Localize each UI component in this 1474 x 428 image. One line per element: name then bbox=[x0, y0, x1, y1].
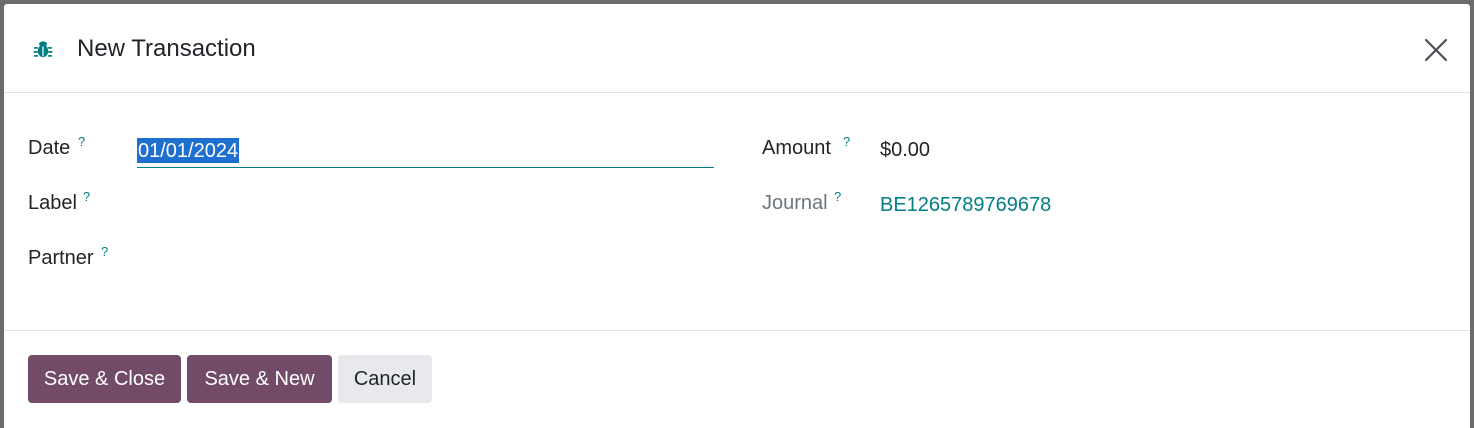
date-label: Date bbox=[28, 137, 71, 159]
bug-icon bbox=[33, 41, 53, 58]
dialog-body: Date ? 01/01/2024 Label ? Partner ? Amou… bbox=[4, 93, 1470, 330]
cancel-button[interactable]: Cancel bbox=[338, 355, 432, 403]
date-field[interactable]: 01/01/2024 bbox=[137, 134, 714, 168]
date-help-tooltip[interactable]: ? bbox=[78, 134, 85, 149]
partner-label: Partner bbox=[28, 247, 94, 269]
dialog-header: New Transaction bbox=[4, 4, 1470, 93]
journal-link[interactable]: BE1265789769678 bbox=[880, 194, 1051, 217]
save-new-button[interactable]: Save & New bbox=[187, 355, 332, 403]
label-help-tooltip[interactable]: ? bbox=[83, 189, 90, 204]
label-field[interactable] bbox=[137, 187, 714, 221]
journal-help-tooltip[interactable]: ? bbox=[834, 189, 841, 204]
new-transaction-dialog: New Transaction Date ? 01/01/2024 Label … bbox=[4, 4, 1470, 428]
amount-value[interactable]: $0.00 bbox=[880, 139, 930, 162]
amount-help-tooltip[interactable]: ? bbox=[843, 134, 850, 149]
label-label: Label bbox=[28, 192, 77, 214]
dialog-title: New Transaction bbox=[77, 35, 256, 62]
close-icon[interactable] bbox=[1420, 34, 1452, 66]
date-value: 01/01/2024 bbox=[137, 138, 240, 163]
journal-label: Journal bbox=[762, 192, 828, 214]
partner-help-tooltip[interactable]: ? bbox=[101, 244, 108, 259]
amount-label: Amount bbox=[762, 137, 831, 159]
save-close-button[interactable]: Save & Close bbox=[28, 355, 181, 403]
dialog-footer: Save & Close Save & New Cancel bbox=[4, 330, 1470, 428]
partner-field[interactable] bbox=[137, 242, 714, 276]
